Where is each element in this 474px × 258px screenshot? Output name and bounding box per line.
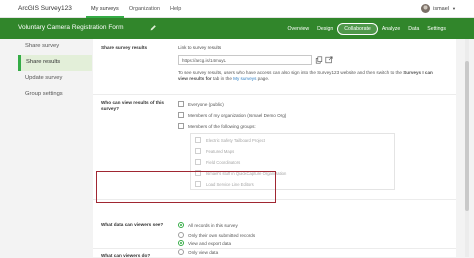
- sidebar-item-group-settings[interactable]: Group settings: [18, 87, 92, 103]
- open-link-icon[interactable]: [325, 56, 333, 64]
- note-text-mid: tab in the: [211, 76, 234, 81]
- radio-selected[interactable]: [178, 222, 184, 228]
- group-row[interactable]: Field Coordinators: [195, 159, 240, 165]
- checkbox[interactable]: [195, 159, 201, 165]
- chevron-down-icon[interactable]: ▼: [452, 6, 456, 11]
- checkbox[interactable]: [195, 137, 201, 143]
- checkbox[interactable]: [195, 148, 201, 154]
- results-note: To see survey results, users who have ac…: [178, 70, 443, 82]
- checkbox[interactable]: [178, 101, 184, 107]
- checkbox[interactable]: [178, 123, 184, 129]
- top-link-help[interactable]: Help: [165, 0, 186, 18]
- link-label: Link to survey results: [178, 45, 222, 50]
- user-menu[interactable]: ismael ▼: [421, 4, 456, 13]
- option-label: Everyone (public): [188, 101, 224, 107]
- survey-header: Voluntary Camera Registration Form Overv…: [0, 18, 474, 39]
- survey-nav: Overview Design Collaborate Analyze Data…: [284, 18, 451, 39]
- divider: [93, 94, 456, 95]
- option-label: Members of my organization (Ismael Demo …: [188, 112, 287, 118]
- tab-design[interactable]: Design: [313, 26, 337, 32]
- note-text-end: page.: [256, 76, 270, 81]
- what-data-label: What data can viewers see?: [101, 222, 164, 227]
- my-surveys-link[interactable]: My surveys: [233, 76, 256, 81]
- tab-analyze[interactable]: Analyze: [378, 26, 404, 32]
- group-name: Featured Maps: [206, 148, 235, 154]
- highlight-box: [96, 171, 276, 203]
- sidebar-item-share-survey[interactable]: Share survey: [18, 39, 92, 55]
- top-links: My surveys Organization Help: [86, 0, 186, 18]
- group-row[interactable]: Electric Safety Tailboard Project: [195, 137, 265, 143]
- option-label: Only their own submitted records: [188, 232, 256, 238]
- divider: [93, 248, 456, 249]
- option-only-view[interactable]: Only view data: [178, 249, 218, 255]
- survey-title: Voluntary Camera Registration Form: [18, 24, 124, 31]
- top-link-my-surveys[interactable]: My surveys: [86, 0, 124, 18]
- top-navigation-bar: ArcGIS Survey123 My surveys Organization…: [0, 0, 474, 18]
- tab-collaborate[interactable]: Collaborate: [337, 22, 378, 35]
- radio-selected[interactable]: [178, 240, 184, 246]
- pencil-icon[interactable]: [149, 23, 157, 33]
- sidebar-item-share-results[interactable]: Share results: [18, 55, 92, 71]
- radio[interactable]: [178, 232, 184, 238]
- option-label: All records in this survey: [188, 222, 238, 228]
- copy-icon[interactable]: [315, 56, 323, 64]
- sidebar-item-update-survey[interactable]: Update survey: [18, 71, 92, 87]
- share-results-panel: Share survey results Link to survey resu…: [93, 39, 456, 258]
- note-text: To see survey results, users who have ac…: [178, 70, 404, 75]
- group-name: Electric Safety Tailboard Project: [206, 137, 266, 143]
- app-brand[interactable]: ArcGIS Survey123: [18, 5, 72, 12]
- tab-settings[interactable]: Settings: [423, 26, 450, 32]
- top-link-organization[interactable]: Organization: [124, 0, 165, 18]
- avatar[interactable]: [421, 4, 431, 13]
- results-link-field[interactable]: https://arcg.is/14muyL: [178, 55, 312, 65]
- option-groups[interactable]: Members of the following groups:: [178, 123, 256, 129]
- option-label: View and export data: [188, 240, 232, 246]
- sidebar: Share survey Share results Update survey…: [18, 39, 92, 103]
- who-can-view-label: Who can view results of this survey?: [101, 100, 165, 111]
- group-row[interactable]: Featured Maps: [195, 148, 234, 154]
- option-view-export[interactable]: View and export data: [178, 240, 231, 246]
- option-organization[interactable]: Members of my organization (Ismael Demo …: [178, 112, 286, 118]
- checkbox[interactable]: [178, 112, 184, 118]
- option-label: Members of the following groups:: [188, 123, 256, 129]
- group-name: Field Coordinators: [206, 159, 241, 165]
- option-label: Only view data: [188, 249, 219, 255]
- scrollbar-thumb[interactable]: [465, 61, 469, 211]
- option-everyone[interactable]: Everyone (public): [178, 101, 224, 107]
- user-name[interactable]: ismael: [433, 6, 449, 12]
- option-all-records[interactable]: All records in this survey: [178, 222, 238, 228]
- tab-data[interactable]: Data: [404, 26, 423, 32]
- option-own-records[interactable]: Only their own submitted records: [178, 232, 255, 238]
- tab-overview[interactable]: Overview: [284, 26, 314, 32]
- share-results-label: Share survey results: [101, 45, 148, 50]
- radio[interactable]: [178, 249, 184, 255]
- scrollbar[interactable]: [465, 39, 469, 257]
- what-do-label: What can viewers do?: [101, 253, 151, 258]
